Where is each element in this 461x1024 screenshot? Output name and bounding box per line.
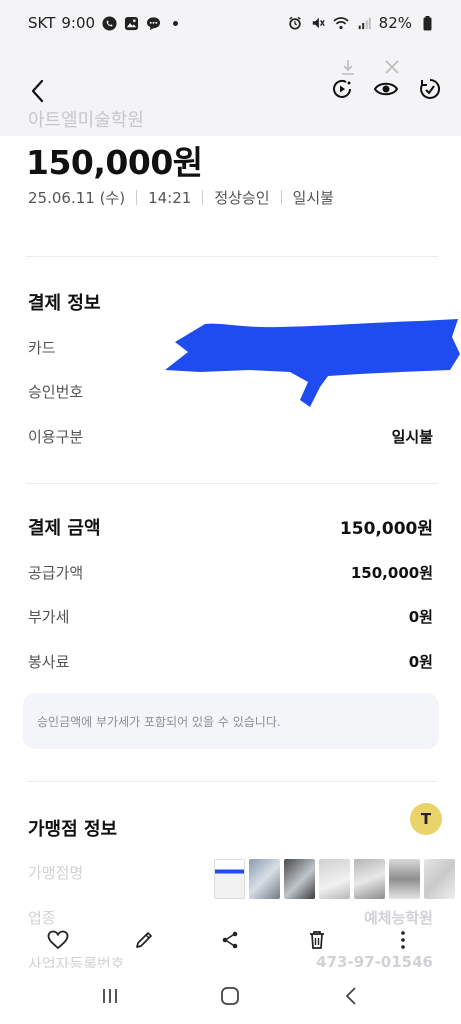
thumbnail[interactable]: [389, 859, 420, 899]
supply-amount-value: 150,000원: [350, 564, 433, 582]
recents-button[interactable]: [92, 978, 128, 1014]
view-button[interactable]: [373, 76, 399, 102]
section-divider: [26, 256, 438, 257]
mute-icon: [310, 15, 326, 31]
more-options-button[interactable]: [388, 925, 418, 955]
transaction-meta: 25.06.11 (수) 14:21 정상승인 일시불: [28, 187, 334, 208]
status-right: 82%: [287, 14, 435, 32]
more-icon: [401, 931, 405, 949]
transaction-time: 14:21: [148, 188, 192, 207]
thumbnail[interactable]: [354, 859, 385, 899]
thumbnail[interactable]: [424, 859, 455, 899]
back-button[interactable]: [22, 76, 52, 106]
payment-amount-title: 결제 금액: [28, 518, 101, 539]
call-notification-icon: [101, 15, 117, 31]
app-header: 아트엘미술학원: [0, 46, 461, 136]
signal-icon: [356, 15, 372, 31]
alarm-icon: [287, 15, 303, 31]
remaster-button[interactable]: [417, 76, 443, 102]
vat-notice: 승인금액에 부가세가 포함되어 있을 수 있습니다.: [23, 693, 439, 749]
pencil-icon: [136, 932, 153, 948]
thumbnail-current[interactable]: [214, 859, 245, 899]
remaster-icon: [420, 78, 441, 99]
status-bar: SKT 9:00 82%: [0, 0, 461, 46]
approval-number-label: 승인번호: [28, 383, 84, 401]
redaction-scribble: [165, 319, 460, 407]
share-button[interactable]: [215, 925, 245, 955]
system-nav-bar: [0, 968, 461, 1024]
recents-icon: [103, 989, 118, 1003]
faded-overlay-icons: [339, 58, 401, 76]
payment-amount-total: 150,000원: [339, 519, 433, 539]
section-divider: [26, 483, 438, 484]
gallery-notification-icon: [123, 15, 139, 31]
home-icon: [221, 987, 240, 1005]
supply-amount-label: 공급가액: [28, 564, 84, 582]
download-icon: [342, 60, 354, 75]
heart-icon: [47, 930, 69, 950]
usage-type-value: 일시불: [391, 428, 433, 446]
delete-button[interactable]: [302, 925, 332, 955]
thumbnail[interactable]: [319, 859, 350, 899]
payment-amount: 150,000원: [26, 143, 203, 182]
service-charge-value: 0원: [408, 653, 433, 671]
usage-type-label: 이용구분: [28, 428, 84, 446]
vat-label: 부가세: [28, 608, 70, 626]
merchant-info-title: 가맹점 정보: [28, 819, 118, 840]
section-divider: [26, 781, 438, 782]
meta-separator: [202, 190, 204, 205]
clock: 9:00: [61, 14, 96, 32]
status-left: SKT 9:00: [28, 14, 179, 32]
motion-photo-button[interactable]: [329, 76, 355, 102]
header-actions: [329, 76, 443, 102]
vat-value: 0원: [408, 608, 433, 626]
motion-photo-icon: [333, 79, 351, 98]
edit-button[interactable]: [129, 925, 159, 955]
favorite-button[interactable]: [43, 925, 73, 955]
trash-icon: [309, 931, 324, 949]
installment-type: 일시불: [292, 189, 334, 207]
message-notification-icon: [145, 15, 161, 31]
thumbnail-strip: [214, 859, 455, 899]
service-charge-label: 봉사료: [28, 653, 70, 671]
gallery-action-bar: [0, 918, 461, 962]
merchant-title-faded: 아트엘미술학원: [28, 110, 144, 131]
share-icon: [223, 931, 238, 949]
merchant-name-label: 가맹점명: [28, 864, 84, 882]
payment-info-title: 결제 정보: [28, 293, 101, 314]
transaction-date: 25.06.11 (수): [28, 189, 126, 207]
meta-separator: [280, 190, 282, 205]
wifi-icon: [333, 15, 349, 31]
close-icon: [385, 60, 399, 74]
back-arrow-icon: [31, 79, 44, 103]
card-label: 카드: [28, 339, 56, 357]
thumbnail[interactable]: [284, 859, 315, 899]
more-notifications-dot: [173, 20, 179, 26]
nav-back-button[interactable]: [333, 978, 369, 1014]
approval-status: 정상승인: [214, 189, 270, 207]
thumbnail[interactable]: [249, 859, 280, 899]
meta-separator: [136, 190, 138, 205]
eye-icon: [373, 82, 399, 96]
home-button[interactable]: [212, 978, 248, 1014]
back-icon: [345, 987, 356, 1005]
ocr-text-button[interactable]: T: [410, 803, 442, 835]
battery-icon: [419, 15, 435, 31]
ocr-text-icon: T: [420, 810, 432, 828]
battery-percent: 82%: [378, 14, 412, 32]
carrier-label: SKT: [28, 14, 56, 32]
